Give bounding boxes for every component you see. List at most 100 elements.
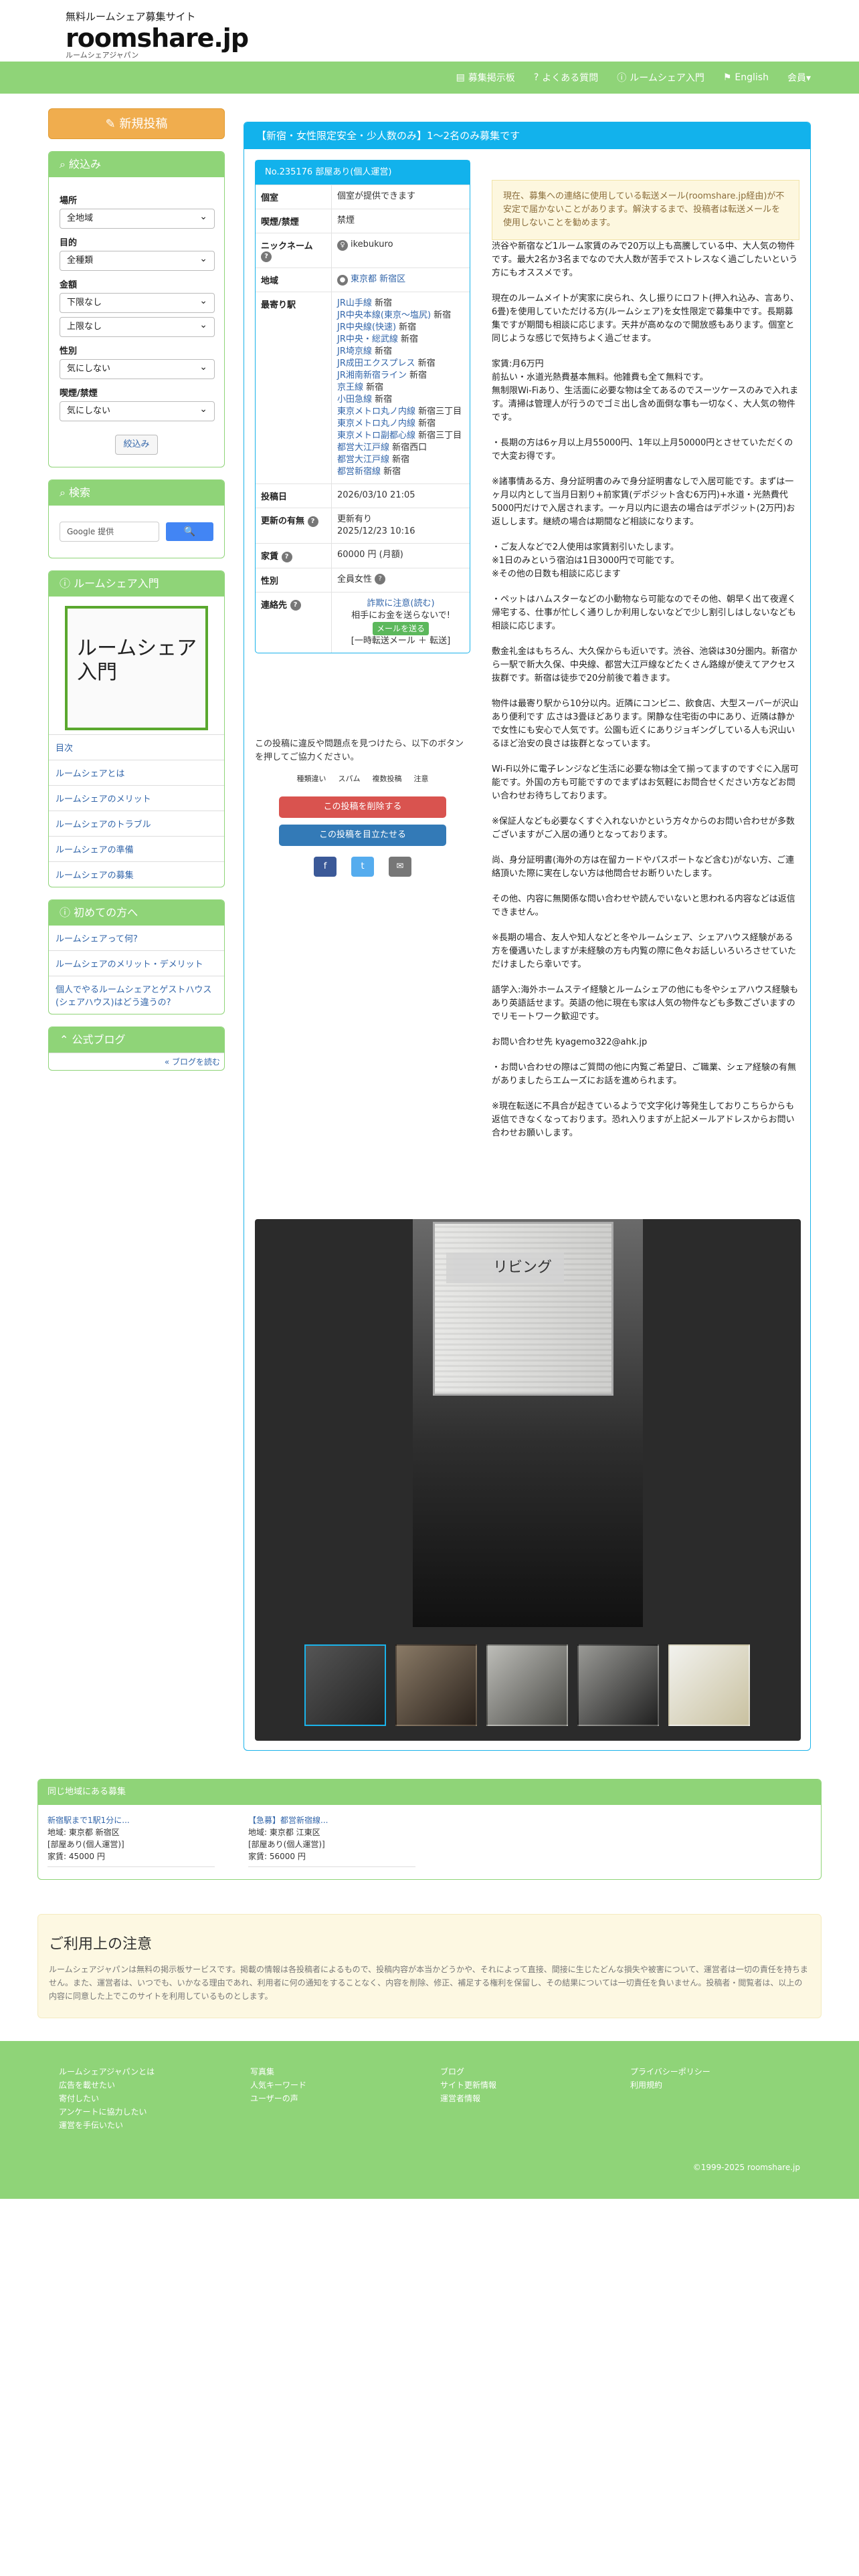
nav-faq[interactable]: ? よくある質問 bbox=[534, 71, 598, 84]
station-line-link[interactable]: 東京メトロ副都心線 bbox=[337, 431, 415, 441]
price-max-select[interactable]: 上限なし bbox=[60, 316, 215, 337]
footer-link[interactable]: 写真集 bbox=[250, 2065, 306, 2078]
blog-panel: ⌃ 公式ブログ « ブログを読む bbox=[48, 1027, 225, 1071]
fraud-warning-link[interactable]: 詐欺に注意(読む) bbox=[367, 599, 434, 609]
site-header: 無料ルームシェア募集サイト roomshare.jp ルームシェアジャパン bbox=[0, 0, 859, 60]
footer-link[interactable]: 寄付したい bbox=[59, 2092, 155, 2105]
footer-link[interactable]: 人気キーワード bbox=[250, 2078, 306, 2092]
intro-link-recruit[interactable]: ルームシェアの募集 bbox=[49, 861, 224, 887]
footer-link[interactable]: 運営を手伝いたい bbox=[59, 2119, 155, 2132]
report-tag-category[interactable]: 種類違い bbox=[294, 771, 329, 787]
station-line-link[interactable]: JR埼京線 bbox=[337, 346, 372, 356]
footer-link[interactable]: ブログ bbox=[440, 2065, 496, 2078]
intro-link-trouble[interactable]: ルームシェアのトラブル bbox=[49, 811, 224, 836]
nearby-item-title[interactable]: 【急募】都営新宿線... bbox=[248, 1816, 328, 1825]
gender-select[interactable]: 気にしない bbox=[60, 358, 215, 379]
footer-link[interactable]: アンケートに協力したい bbox=[59, 2105, 155, 2119]
help-icon[interactable]: ? bbox=[375, 574, 386, 584]
intro-link-prepare[interactable]: ルームシェアの準備 bbox=[49, 836, 224, 861]
report-tag-duplicate[interactable]: 複数投稿 bbox=[370, 771, 405, 787]
nearby-item-title[interactable]: 新宿駅まで1駅1分に... bbox=[47, 1816, 130, 1825]
intro-signboard-image[interactable]: ルームシェア入門 bbox=[65, 606, 208, 730]
station-item: 東京メトロ丸ノ内線 新宿三丁目 bbox=[337, 406, 464, 418]
footer-link[interactable]: 運営者情報 bbox=[440, 2092, 496, 2105]
station-line-link[interactable]: JR中央・総武線 bbox=[337, 334, 398, 344]
nav-intro[interactable]: ⓘ ルームシェア入門 bbox=[617, 71, 704, 84]
report-tag-spam[interactable]: スパム bbox=[336, 771, 363, 787]
station-line-link[interactable]: 京王線 bbox=[337, 383, 363, 393]
station-line-link[interactable]: JR中央線(快速) bbox=[337, 322, 396, 332]
beginner-link-merit[interactable]: ルームシェアのメリット・デメリット bbox=[49, 950, 224, 976]
promote-post-button[interactable]: この投稿を目立たせる bbox=[279, 825, 446, 846]
photo-thumbnail[interactable] bbox=[668, 1644, 750, 1726]
station-line-link[interactable]: 東京メトロ丸ノ内線 bbox=[337, 419, 415, 429]
beginner-link-what[interactable]: ルームシェアって何? bbox=[49, 926, 224, 950]
filter-panel: ⌕ 絞込み 場所 全地域 目的 全種類 金額 下限なし 上限なし 性別 気にしな… bbox=[48, 151, 225, 467]
purpose-select[interactable]: 全種類 bbox=[60, 249, 215, 271]
report-section: この投稿に違反や問題点を見つけたら、以下のボタンを押してご協力ください。 種類違… bbox=[255, 738, 470, 877]
description-paragraph: ・ご友人などで2人使用は家賃割引いたします。 ※1日のみという宿泊は1日3000… bbox=[492, 542, 680, 579]
help-icon[interactable]: ? bbox=[290, 600, 301, 611]
listing-info-box: No.235176 部屋あり(個人運営) 個室 個室が提供できます 喫煙/禁煙 禁煙… bbox=[255, 160, 470, 653]
station-line-link[interactable]: JR中央本線(東京～塩尻) bbox=[337, 310, 431, 320]
photo-thumbnail[interactable] bbox=[304, 1644, 386, 1726]
blog-read-more-link[interactable]: « ブログを読む bbox=[49, 1053, 224, 1070]
station-line-link[interactable]: 都営新宿線 bbox=[337, 467, 381, 477]
google-search-button[interactable]: 🔍 bbox=[165, 522, 213, 541]
google-search-input[interactable]: Google 提供 bbox=[60, 522, 159, 542]
intro-link-merit[interactable]: ルームシェアのメリット bbox=[49, 785, 224, 811]
station-line-link[interactable]: 小田急線 bbox=[337, 395, 372, 405]
usage-caution: ご利用上の注意 ルームシェアジャパンは無料の掲示板サービスです。掲載の情報は各投… bbox=[37, 1914, 822, 2018]
edit-icon: ✎ bbox=[105, 117, 120, 131]
question-icon: ? bbox=[533, 72, 539, 83]
caution-text: ルームシェアジャパンは無料の掲示板サービスです。掲載の情報は各投稿者によるもので… bbox=[49, 1965, 808, 2001]
footer-link[interactable]: ユーザーの声 bbox=[250, 2092, 306, 2105]
help-icon[interactable]: ? bbox=[261, 251, 272, 262]
price-min-select[interactable]: 下限なし bbox=[60, 292, 215, 313]
station-line-link[interactable]: JR成田エクスプレス bbox=[337, 358, 415, 368]
station-name: 新宿 bbox=[396, 322, 417, 332]
new-post-button[interactable]: ✎ 新規投稿 bbox=[48, 108, 225, 139]
footer-link[interactable]: 広告を載せたい bbox=[59, 2078, 155, 2092]
footer-link[interactable]: プライバシーポリシー bbox=[630, 2065, 710, 2078]
info-row-nickname: ニックネーム? ♀ ikebukuro bbox=[256, 233, 470, 267]
beginner-link-guesthouse[interactable]: 個人でやるルームシェアとゲストハウス(シェアハウス)はどう違うの? bbox=[49, 976, 224, 1014]
station-name: 新宿 bbox=[372, 395, 393, 405]
photo-window bbox=[433, 1222, 613, 1396]
smoking-select[interactable]: 気にしない bbox=[60, 400, 215, 421]
search-panel: ⌕ 検索 Google 提供 🔍 bbox=[48, 479, 225, 558]
photo-thumbnail[interactable] bbox=[486, 1644, 568, 1726]
main-photo[interactable]: リビング bbox=[413, 1219, 643, 1627]
help-icon[interactable]: ? bbox=[307, 516, 318, 527]
area-link[interactable]: 東京都 新宿区 bbox=[351, 274, 405, 284]
footer-link[interactable]: 利用規約 bbox=[630, 2078, 710, 2092]
help-icon[interactable]: ? bbox=[281, 551, 292, 562]
delete-post-button[interactable]: この投稿を削除する bbox=[279, 796, 446, 818]
intro-link-what[interactable]: ルームシェアとは bbox=[49, 760, 224, 785]
station-line-link[interactable]: 都営大江戸線 bbox=[337, 443, 389, 453]
report-tag-caution[interactable]: 注意 bbox=[411, 771, 432, 787]
send-mail-button[interactable]: メールを送る bbox=[372, 621, 429, 635]
area-select[interactable]: 全地域 bbox=[60, 207, 215, 229]
station-item: 東京メトロ副都心線 新宿三丁目 bbox=[337, 430, 464, 442]
description-paragraph: その他、内容に無関係な問い合わせや読んでいないと思われる内容などは返信できません… bbox=[492, 894, 795, 918]
station-line-link[interactable]: JR山手線 bbox=[337, 298, 372, 308]
email-share-icon[interactable]: ✉ bbox=[389, 857, 411, 877]
site-logo[interactable]: roomshare.jp bbox=[66, 25, 859, 51]
nav-member-menu[interactable]: 会員▾ bbox=[787, 71, 811, 84]
photo-thumbnail[interactable] bbox=[395, 1644, 477, 1726]
description-paragraph: 現在のルームメイトが実家に戻られ、久し振りにロフト(押入れ込み、言あり、6畳)を… bbox=[492, 294, 799, 344]
footer-link[interactable]: サイト更新情報 bbox=[440, 2078, 496, 2092]
station-line-link[interactable]: 都営大江戸線 bbox=[337, 455, 389, 465]
facebook-icon[interactable]: f bbox=[314, 857, 337, 877]
intro-link-toc[interactable]: 目次 bbox=[49, 734, 224, 760]
nav-english[interactable]: ⚑ English bbox=[723, 72, 769, 83]
filter-submit-button[interactable]: 絞込み bbox=[115, 435, 158, 455]
station-line-link[interactable]: 東京メトロ丸ノ内線 bbox=[337, 407, 415, 417]
station-line-link[interactable]: JR湘南新宿ライン bbox=[337, 370, 407, 381]
twitter-icon[interactable]: t bbox=[351, 857, 374, 877]
description-paragraph: ※長期の場合、友人や知人などと冬やルームシェア、シェアハウス経験がある方を優遇い… bbox=[492, 933, 797, 970]
photo-thumbnail[interactable] bbox=[577, 1644, 659, 1726]
nav-board[interactable]: ▤ 募集掲示板 bbox=[456, 71, 515, 84]
footer-link[interactable]: ルームシェアジャパンとは bbox=[59, 2065, 155, 2078]
